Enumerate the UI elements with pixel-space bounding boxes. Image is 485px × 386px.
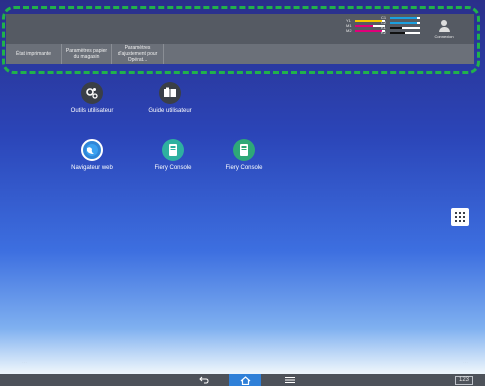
globe-icon <box>81 139 103 161</box>
fiery-console-icon <box>162 139 184 161</box>
app-label: Navigateur web <box>71 165 113 171</box>
grid-icon <box>455 212 465 222</box>
app-label: Fiery Console <box>154 165 192 171</box>
app-label: Guide utilisateur <box>148 108 192 114</box>
keyboard-button[interactable]: 123 <box>455 376 473 385</box>
app-label: Outils utilisateur <box>70 108 114 114</box>
app-fiery-console-1[interactable]: Fiery Console <box>133 139 213 171</box>
home-icon <box>238 374 252 386</box>
app-label: Fiery Console <box>225 165 263 171</box>
app-web-browser[interactable]: Navigateur web <box>52 139 132 171</box>
header-highlight-outline <box>2 6 480 74</box>
book-icon <box>159 82 181 104</box>
app-user-guide[interactable]: Guide utilisateur <box>130 82 210 114</box>
app-fiery-console-2[interactable]: Fiery Console <box>204 139 284 171</box>
back-icon[interactable] <box>197 374 211 386</box>
page-indicator-right: ⋯ <box>463 360 469 366</box>
app-list-button[interactable] <box>451 208 469 226</box>
menu-icon[interactable] <box>283 374 297 386</box>
fiery-console-icon <box>233 139 255 161</box>
gears-icon <box>81 82 103 104</box>
app-user-tools[interactable]: Outils utilisateur <box>52 82 132 114</box>
page-indicator-left: ⋯ <box>22 360 28 366</box>
